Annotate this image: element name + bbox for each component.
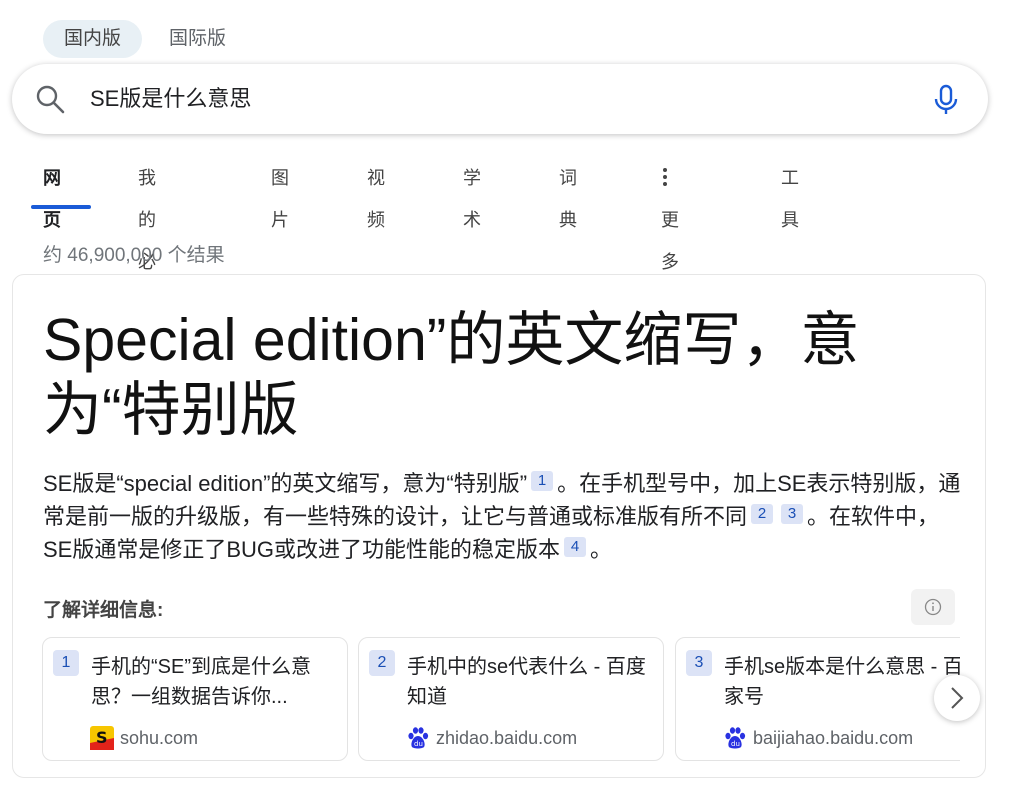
result-count: 约 46,900,000 个结果 [43,245,225,266]
search-input[interactable]: SE版是什么意思 [90,86,251,112]
source-card-3[interactable]: 3 手机se版本是什么意思 - 百家号 du baijiahao.baidu.c… [675,637,960,761]
source-number: 1 [53,650,79,676]
nav-videos[interactable]: 视频 [367,157,385,241]
info-button[interactable] [911,589,955,625]
nav-dictionary[interactable]: 词典 [559,157,577,241]
source-title[interactable]: 手机se版本是什么意思 - 百家号 [724,652,960,712]
source-card-2[interactable]: 2 手机中的se代表什么 - 百度知道 du zhidao.baidu.com [358,637,664,761]
source-title[interactable]: 手机中的se代表什么 - 百度知道 [407,652,647,712]
nav-images[interactable]: 图片 [271,157,289,241]
nav-academic[interactable]: 学术 [463,157,481,241]
source-cards: 1 手机的“SE”到底是什么意思？一组数据告诉你... S sohu.com 2… [42,637,960,763]
nav-tools[interactable]: 工具 [781,157,799,241]
sohu-logo-icon: S [90,726,114,750]
citation-3[interactable]: 3 [781,504,804,524]
answer-text-1: SE版是“special edition”的英文缩写，意为“特别版” [43,471,528,496]
next-sources-button[interactable] [934,675,980,721]
answer-title: Special edition”的英文缩写，意为“特别版 [43,307,860,443]
region-tabs: 国内版 国际版 [43,20,247,58]
chevron-right-icon [951,687,964,709]
source-domain: zhidao.baidu.com [436,728,578,748]
citation-2[interactable]: 2 [751,504,774,524]
baidu-paw-icon: du [408,727,429,749]
svg-text:S: S [96,728,108,747]
nav-more-label: 更多 [661,210,679,272]
source-card-1[interactable]: 1 手机的“SE”到底是什么意思？一组数据告诉你... S sohu.com [42,637,348,761]
nav-web[interactable]: 网页 [43,157,61,241]
svg-text:du: du [731,740,740,748]
source-number: 2 [369,650,395,676]
active-tab-indicator [31,205,91,209]
citation-4[interactable]: 4 [564,537,587,557]
citation-1[interactable]: 1 [531,471,554,491]
nav-more[interactable]: 更多 [661,157,679,283]
source-domain: baijiahao.baidu.com [753,728,914,748]
svg-text:du: du [414,740,423,748]
answer-text-4: 。 [590,537,613,562]
source-title[interactable]: 手机的“SE”到底是什么意思？一组数据告诉你... [91,652,331,712]
answer-card: Special edition”的英文缩写，意为“特别版 SE版是“specia… [12,274,986,778]
source-number: 3 [686,650,712,676]
source-domain: sohu.com [120,728,199,748]
tab-domestic[interactable]: 国内版 [43,20,143,58]
search-box[interactable]: SE版是什么意思 [12,64,988,134]
search-icon[interactable] [34,83,66,115]
more-vertical-icon [663,168,667,186]
baidu-paw-icon: du [725,727,746,749]
info-icon [924,598,942,616]
learn-more-heading: 了解详细信息: [43,600,164,621]
microphone-icon[interactable] [932,84,960,116]
tab-international[interactable]: 国际版 [148,20,247,58]
answer-body: SE版是“special edition”的英文缩写，意为“特别版” 1 。在手机型… [43,467,968,566]
